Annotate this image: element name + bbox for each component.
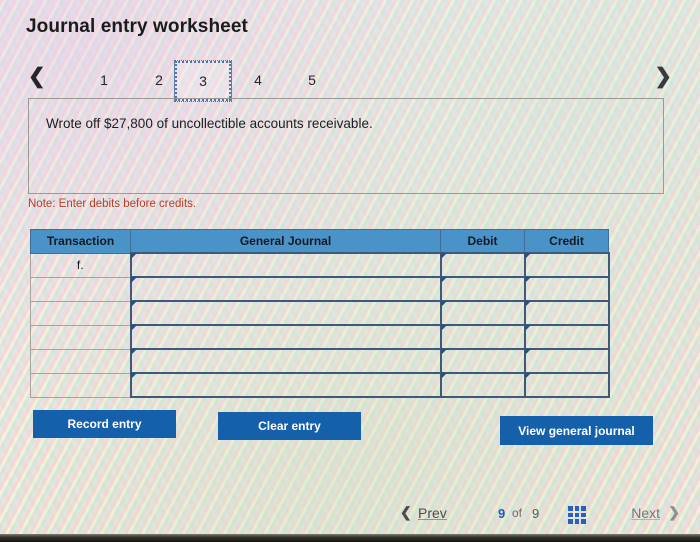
table-row: f.: [30, 252, 610, 278]
table-row: [30, 372, 610, 398]
tabs-next-chevron-icon[interactable]: ❯: [654, 66, 672, 88]
table-row: [30, 324, 610, 350]
page-title: Journal entry worksheet: [26, 16, 248, 37]
cell-transaction: [30, 276, 131, 302]
cell-debit[interactable]: [439, 372, 526, 398]
column-header-general-journal: General Journal: [130, 229, 441, 254]
cell-general-journal[interactable]: [129, 372, 442, 398]
cell-general-journal[interactable]: [129, 276, 442, 302]
cell-general-journal[interactable]: [129, 300, 442, 326]
pagination-total-pages: 9: [532, 506, 540, 521]
record-entry-button[interactable]: Record entry: [33, 410, 176, 438]
cell-transaction: [30, 348, 131, 374]
cell-credit[interactable]: [523, 276, 610, 302]
cell-debit[interactable]: [439, 300, 526, 326]
cell-debit[interactable]: [439, 348, 526, 374]
cell-debit[interactable]: [439, 324, 526, 350]
cell-transaction: [30, 324, 131, 350]
table-row: [30, 300, 610, 326]
cell-transaction: [30, 372, 131, 398]
tabs-prev-chevron-icon[interactable]: ❮: [28, 66, 46, 88]
monitor-bezel: [0, 534, 700, 542]
transaction-description-box: Wrote off $27,800 of uncollectible accou…: [28, 98, 664, 194]
pagination-prev-chevron-icon[interactable]: ❮: [400, 504, 412, 521]
cell-credit[interactable]: [523, 348, 610, 374]
cell-general-journal[interactable]: [129, 252, 442, 278]
cell-credit[interactable]: [523, 252, 610, 278]
pagination-current-page: 9: [498, 506, 506, 521]
cell-general-journal[interactable]: [129, 348, 442, 374]
clear-entry-button[interactable]: Clear entry: [218, 412, 361, 440]
cell-debit[interactable]: [439, 276, 526, 302]
view-general-journal-button[interactable]: View general journal: [500, 416, 653, 445]
worksheet-tab-5[interactable]: 5: [284, 60, 340, 100]
transaction-description-text: Wrote off $27,800 of uncollectible accou…: [46, 116, 373, 131]
column-header-credit: Credit: [524, 229, 609, 254]
journal-entry-table: Transaction General Journal Debit Credit…: [30, 229, 610, 398]
journal-entry-worksheet-page: Journal entry worksheet ❮ 1 2 3 4 5 ❯ Wr…: [0, 0, 700, 542]
cell-credit[interactable]: [523, 300, 610, 326]
cell-credit[interactable]: [523, 324, 610, 350]
worksheet-tab-strip: ❮ 1 2 3 4 5 ❯: [26, 60, 674, 102]
worksheet-tab-4[interactable]: 4: [230, 60, 286, 100]
table-row: [30, 276, 610, 302]
worksheet-tab-1[interactable]: 1: [76, 60, 132, 100]
table-row: [30, 348, 610, 374]
cell-debit[interactable]: [439, 252, 526, 278]
cell-credit[interactable]: [523, 372, 610, 398]
cell-transaction: [30, 300, 131, 326]
pagination-prev-link[interactable]: Prev: [418, 505, 447, 521]
cell-transaction: f.: [30, 252, 131, 278]
pagination-bar: ❮ Prev 9 of 9 Next ❯: [392, 500, 682, 532]
pagination-of-label: of: [512, 506, 523, 520]
column-header-debit: Debit: [440, 229, 525, 254]
cell-general-journal[interactable]: [129, 324, 442, 350]
worksheet-tab-3[interactable]: 3: [174, 60, 232, 102]
column-header-transaction: Transaction: [30, 229, 131, 254]
debits-before-credits-note: Note: Enter debits before credits.: [28, 198, 197, 210]
table-header-row: Transaction General Journal Debit Credit: [30, 229, 609, 254]
grid-view-icon[interactable]: [568, 506, 586, 524]
pagination-next-link[interactable]: Next: [631, 505, 660, 521]
pagination-next-chevron-icon[interactable]: ❯: [668, 504, 680, 521]
